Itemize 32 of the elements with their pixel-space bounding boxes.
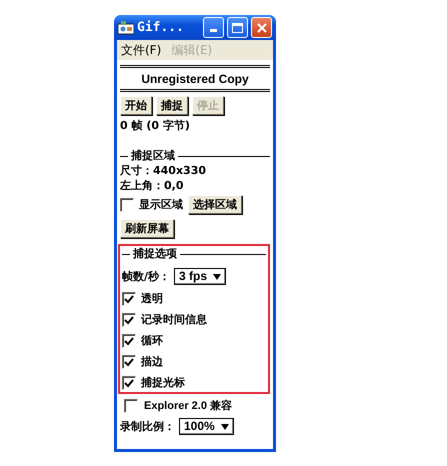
checkbox-label: 捕捉光标 (141, 376, 185, 390)
fps-label: 帧数/秒： (122, 270, 170, 284)
checkbox-label: 描边 (141, 355, 163, 369)
close-icon (256, 22, 266, 32)
scale-dropdown[interactable]: 100% (179, 418, 234, 435)
checkbox-label: Explorer 2.0 兼容 (144, 399, 232, 413)
maximize-button[interactable] (227, 17, 248, 38)
group-title: 捕捉选项 (133, 247, 177, 261)
group-title: 捕捉区域 (131, 149, 175, 163)
refresh-button[interactable]: 刷新屏幕 (120, 219, 174, 238)
app-icon (118, 20, 134, 34)
fps-dropdown[interactable]: 3 fps (174, 268, 226, 285)
size-text: 尺寸：440x330 (120, 164, 206, 178)
menu-item[interactable]: 文件(F) (121, 43, 162, 57)
caret-icon (213, 274, 222, 280)
action-button[interactable]: 开始 (120, 96, 152, 115)
top-left-text: 左上角：0,0 (120, 179, 184, 193)
checkbox-label: 透明 (141, 292, 163, 306)
banner-text: Unregistered Copy (140, 71, 250, 87)
close-button[interactable] (251, 17, 272, 38)
action-button[interactable]: 捕捉 (156, 96, 188, 115)
scale-label: 录制比例： (120, 420, 175, 434)
frame-count: 0 帧 (0 字节) (120, 119, 190, 133)
caret-icon (220, 424, 229, 430)
checkbox-label: 记录时间信息 (141, 313, 207, 327)
checkbox[interactable] (122, 376, 136, 390)
checkbox-label: 循环 (141, 334, 163, 348)
window-title: Gif... (137, 20, 185, 35)
maximize-icon (232, 22, 243, 32)
minimize-button[interactable] (203, 17, 224, 38)
checkbox-label: 显示区域 (139, 198, 183, 212)
select-area-button[interactable]: 选择区域 (188, 195, 242, 214)
